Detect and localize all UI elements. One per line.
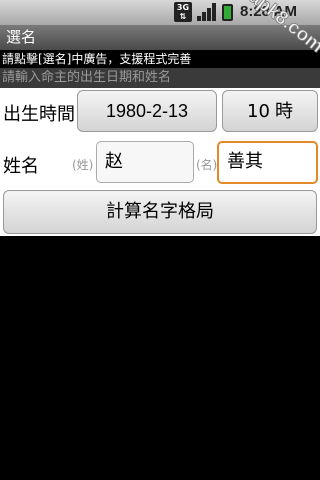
given-name-tag: (名) xyxy=(196,158,218,172)
surname-input[interactable]: 赵 xyxy=(96,141,194,183)
input-hint: 請輸入命主的出生日期和姓名 xyxy=(0,68,320,88)
birth-hour-value: 10 xyxy=(247,101,270,122)
watermark-text: apk8.com xyxy=(245,0,320,57)
watermark-logo: apk8.com xyxy=(245,0,320,58)
birth-time-label: 出生時間 xyxy=(3,104,75,125)
surname-tag: (姓) xyxy=(72,158,94,172)
birth-date-button[interactable]: 1980-2-13 xyxy=(77,90,217,132)
calculate-button[interactable]: 計算名字格局 xyxy=(3,190,317,234)
birth-hour-unit: 時 xyxy=(274,101,293,122)
network-3g-icon: 3G ⇅ xyxy=(174,2,192,22)
given-name-input[interactable]: 善其 xyxy=(217,141,318,184)
network-label: 3G xyxy=(176,3,190,12)
app-title: 選名 xyxy=(6,28,37,46)
name-label: 姓名 xyxy=(3,156,39,177)
birth-hour-button[interactable]: 10 時 xyxy=(222,90,318,132)
signal-strength-icon xyxy=(197,3,217,21)
